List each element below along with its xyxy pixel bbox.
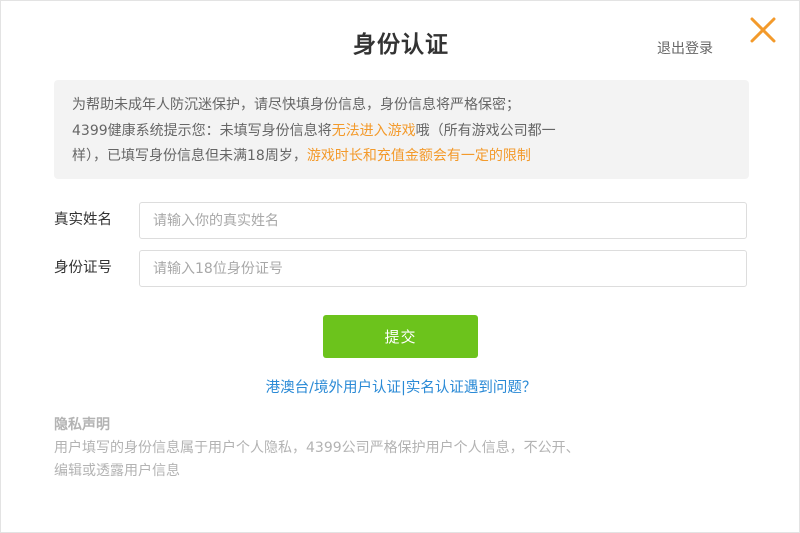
close-button[interactable] [746, 13, 780, 47]
privacy-text-line-1: 用户填写的身份信息属于用户个人隐私，4399公司严格保护用户个人信息，不公开、 [54, 440, 580, 456]
notice-highlight: 无法进入游戏 [331, 122, 416, 139]
notice-text: 4399健康系统提示您：未填写身份信息将 [72, 122, 332, 139]
logout-link[interactable]: 退出登录 [657, 38, 713, 58]
real-name-input[interactable] [139, 202, 747, 239]
id-verification-dialog: 身份认证 退出登录 为帮助未成年人防沉迷保护，请尽快填身份信息，身份信息将严格保… [0, 0, 800, 533]
notice-text: 哦（所有游戏公司都一 [415, 122, 556, 139]
notice-line-2: 4399健康系统提示您：未填写身份信息将无法进入游戏哦（所有游戏公司都一 [72, 119, 731, 145]
notice-line-3: 样），已填写身份信息但未满18周岁，游戏时长和充值金额会有一定的限制 [72, 144, 731, 170]
id-number-input[interactable] [139, 250, 747, 287]
privacy-text-line-2: 编辑或透露用户信息 [54, 463, 180, 479]
id-number-row: 身份证号 [54, 250, 749, 287]
real-name-label: 真实姓名 [54, 212, 112, 228]
submit-button[interactable]: 提交 [323, 315, 478, 358]
close-icon [750, 17, 776, 43]
help-links: 港澳台/境外用户认证|实名认证遇到问题？ [1, 376, 800, 397]
notice-highlight: 游戏时长和充值金额会有一定的限制 [306, 148, 531, 164]
privacy-statement: 隐私声明 用户填写的身份信息属于用户个人隐私，4399公司严格保护用户个人信息，… [54, 414, 754, 483]
privacy-title: 隐私声明 [54, 417, 110, 433]
anti-addiction-notice: 为帮助未成年人防沉迷保护，请尽快填身份信息，身份信息将严格保密； 4399健康系… [54, 80, 749, 179]
notice-text: 样），已填写身份信息但未满18周岁， [72, 148, 307, 164]
overseas-verification-link[interactable]: 港澳台/境外用户认证 [266, 380, 401, 396]
id-number-label: 身份证号 [54, 260, 112, 276]
real-name-row: 真实姓名 [54, 202, 749, 239]
verification-help-link[interactable]: 实名认证遇到问题？ [406, 380, 537, 396]
notice-line-1: 为帮助未成年人防沉迷保护，请尽快填身份信息，身份信息将严格保密； [72, 97, 520, 113]
